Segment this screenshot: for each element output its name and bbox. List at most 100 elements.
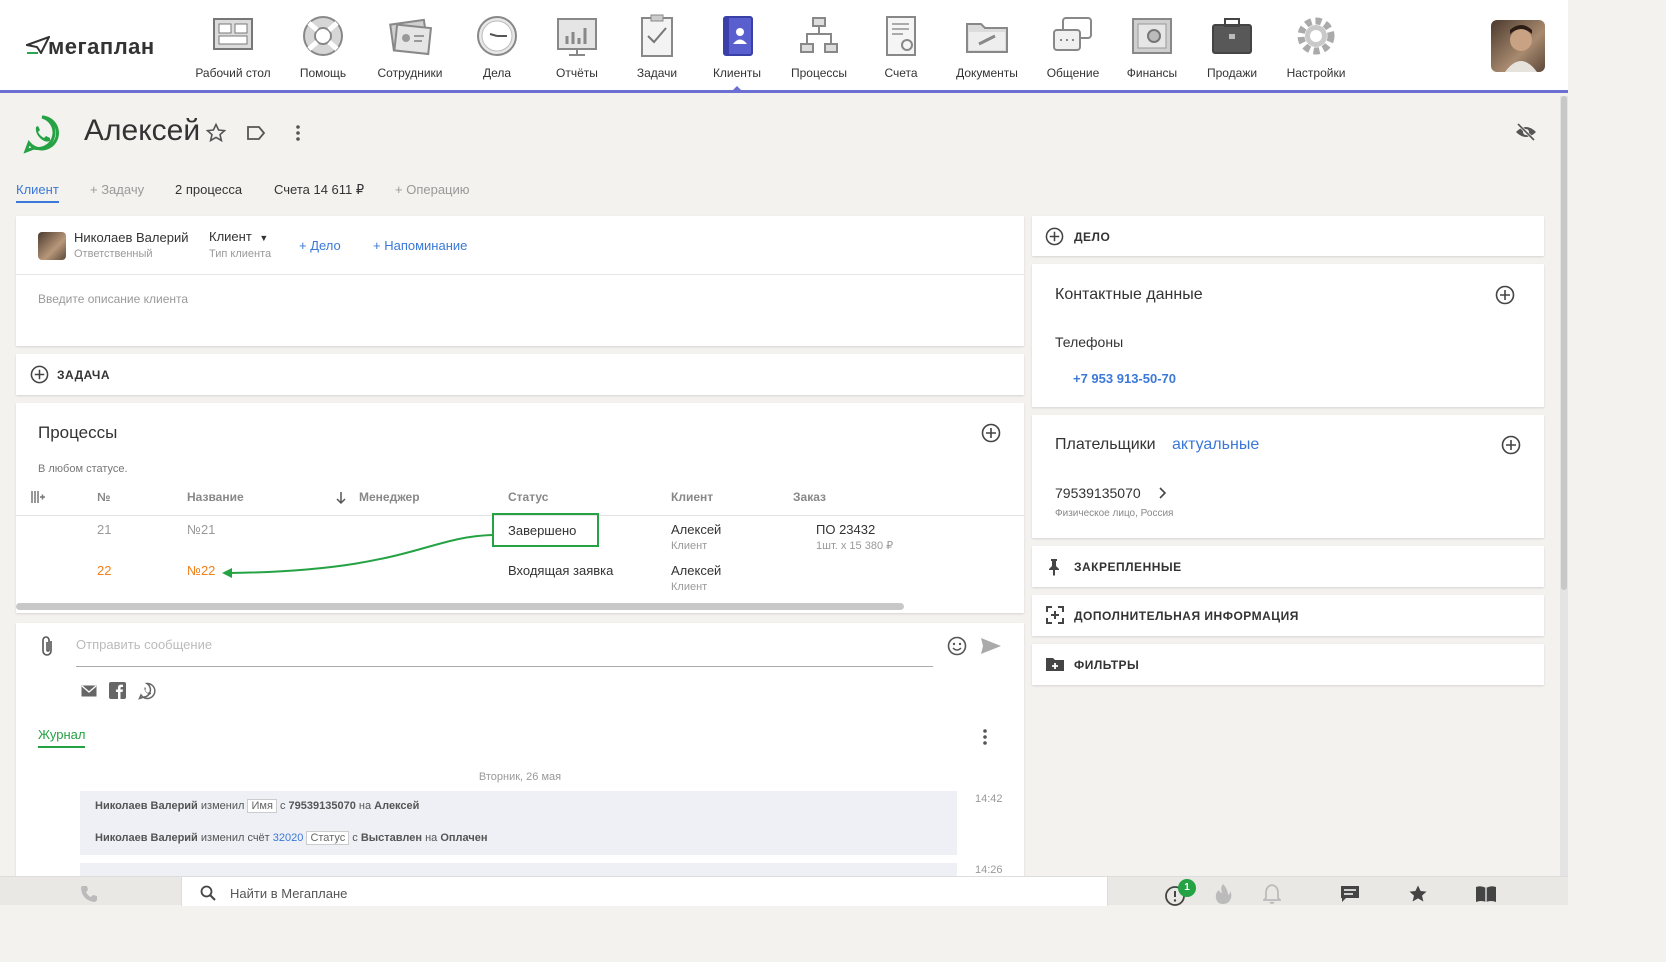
client-type-select[interactable]: Клиент ▼: [209, 229, 268, 244]
nav-finance[interactable]: Финансы: [1124, 0, 1180, 90]
tab-journal[interactable]: Журнал: [38, 727, 86, 748]
paperclip-icon[interactable]: [40, 635, 54, 657]
star-icon[interactable]: [206, 123, 226, 143]
send-icon[interactable]: [980, 637, 1002, 655]
tab-processes[interactable]: 2 процесса: [175, 182, 242, 197]
column-num[interactable]: №: [97, 490, 110, 504]
processes-card: Процессы В любом статусе. № Название Мен…: [16, 403, 1024, 613]
responsible-label: Ответственный: [74, 248, 153, 260]
row-order[interactable]: ПО 23432: [816, 522, 875, 537]
phone-icon[interactable]: [80, 885, 98, 903]
sort-down-icon[interactable]: [335, 491, 347, 505]
lifebuoy-icon: [303, 16, 343, 56]
add-reminder-link[interactable]: + Напоминание: [373, 238, 467, 253]
avatar-portrait: [1505, 25, 1537, 72]
journal-more-icon[interactable]: [979, 727, 991, 747]
row-name[interactable]: №22: [187, 563, 215, 578]
tab-client[interactable]: Клиент: [16, 182, 59, 203]
description-input[interactable]: Введите описание клиента: [38, 292, 188, 306]
message-input[interactable]: Отправить сообщение: [76, 637, 933, 667]
email-channel-icon[interactable]: [81, 685, 97, 697]
nav-sales[interactable]: Продажи: [1204, 0, 1260, 90]
client-type-label: Тип клиента: [209, 248, 272, 260]
pinned-section[interactable]: ЗАКРЕПЛЕННЫЕ: [1032, 546, 1544, 587]
folder-plus-icon: [1046, 658, 1064, 671]
payers-filter[interactable]: актуальные: [1172, 436, 1259, 454]
processes-filter[interactable]: В любом статусе.: [38, 463, 128, 475]
columns-settings-icon[interactable]: [31, 491, 45, 503]
nav-label: Дела: [482, 66, 512, 80]
tab-add-task[interactable]: + Задачу: [90, 182, 144, 197]
filters-section[interactable]: ФИЛЬТРЫ: [1032, 644, 1544, 685]
nav-affairs[interactable]: Дела: [470, 0, 524, 90]
row-client[interactable]: Алексей: [671, 522, 721, 537]
nav-processes[interactable]: Процессы: [786, 0, 852, 90]
nav-label: Отчёты: [556, 66, 598, 80]
nav-chat[interactable]: Общение: [1044, 0, 1102, 90]
nav-reports[interactable]: Отчёты: [549, 0, 605, 90]
add-affair-link[interactable]: + Дело: [299, 238, 341, 253]
chart-board-icon: [557, 18, 597, 56]
scrollbar-thumb[interactable]: [1561, 96, 1567, 590]
row-name[interactable]: №21: [187, 522, 215, 537]
responsible-avatar[interactable]: [38, 232, 66, 260]
row-client[interactable]: Алексей: [671, 563, 721, 578]
horizontal-scrollbar[interactable]: [16, 603, 904, 610]
search-input[interactable]: Найти в Мегаплане: [230, 886, 347, 901]
column-manager[interactable]: Менеджер: [359, 490, 420, 504]
column-client[interactable]: Клиент: [671, 490, 713, 504]
nav-desk[interactable]: Рабочий стол: [195, 0, 271, 90]
tab-add-operation[interactable]: + Операцию: [395, 182, 470, 197]
journal-line: Николаев Валерий изменил Имя с 795391350…: [95, 799, 419, 813]
add-process-icon[interactable]: [981, 423, 1001, 443]
nav-documents[interactable]: Документы: [952, 0, 1022, 90]
more-vertical-icon[interactable]: [292, 123, 304, 143]
page-scrollbar[interactable]: [1560, 96, 1568, 876]
column-status[interactable]: Статус: [508, 490, 548, 504]
column-name[interactable]: Название: [187, 490, 244, 504]
journal-date: Вторник, 26 мая: [478, 771, 562, 783]
fire-icon[interactable]: [1214, 883, 1232, 905]
megaplan-logo[interactable]: мегаплан: [26, 34, 155, 60]
bell-icon[interactable]: [1263, 883, 1281, 905]
column-order[interactable]: Заказ: [793, 490, 826, 504]
nav-help[interactable]: Помощь: [290, 0, 356, 90]
facebook-channel-icon[interactable]: [109, 682, 126, 699]
global-search[interactable]: Найти в Мегаплане: [181, 877, 1108, 906]
emoji-icon[interactable]: [947, 636, 967, 656]
whatsapp-channel-icon[interactable]: [138, 682, 156, 700]
messages-icon[interactable]: [1340, 885, 1360, 903]
eye-off-icon[interactable]: [1515, 122, 1537, 142]
add-task-section[interactable]: ЗАДАЧА: [16, 354, 1024, 395]
nav-clients[interactable]: Клиенты: [705, 0, 769, 91]
add-payer-icon[interactable]: [1501, 435, 1521, 455]
responsible-name[interactable]: Николаев Валерий: [74, 230, 188, 245]
add-affair-section[interactable]: ДЕЛО: [1032, 216, 1544, 256]
favorites-star-icon[interactable]: [1408, 884, 1428, 904]
journal-word: с: [352, 832, 358, 844]
row-client-sub: Клиент: [671, 540, 708, 552]
clock-icon: [477, 16, 517, 56]
phone-link[interactable]: +7 953 913-50-70: [1073, 371, 1176, 386]
extra-info-section[interactable]: ДОПОЛНИТЕЛЬНАЯ ИНФОРМАЦИЯ: [1032, 595, 1544, 636]
plus-circle-icon[interactable]: [30, 365, 49, 384]
nav-settings[interactable]: Настройки: [1283, 0, 1349, 90]
tag-icon[interactable]: [246, 124, 266, 142]
payers-title: Плательщики: [1055, 436, 1156, 453]
user-avatar[interactable]: [1491, 20, 1545, 72]
plus-circle-icon[interactable]: [1045, 227, 1064, 246]
nav-invoices[interactable]: Счета: [878, 0, 924, 90]
nav-staff[interactable]: Сотрудники: [373, 0, 447, 90]
annotation-arrow: [222, 534, 493, 578]
chevron-right-icon[interactable]: [1158, 487, 1166, 499]
book-icon[interactable]: [1475, 885, 1497, 903]
payer-name[interactable]: 79539135070: [1055, 485, 1141, 501]
journal-user[interactable]: Николаев Валерий: [95, 800, 198, 812]
tab-invoices[interactable]: Счета 14 611 ₽: [274, 182, 364, 198]
invoice-link[interactable]: 32020: [273, 832, 304, 844]
status-highlight-box[interactable]: Завершено: [492, 513, 599, 547]
journal-from: 79539135070: [288, 800, 356, 812]
nav-tasks[interactable]: Задачи: [632, 0, 682, 90]
journal-user[interactable]: Николаев Валерий: [95, 832, 198, 844]
add-contact-icon[interactable]: [1495, 285, 1515, 305]
